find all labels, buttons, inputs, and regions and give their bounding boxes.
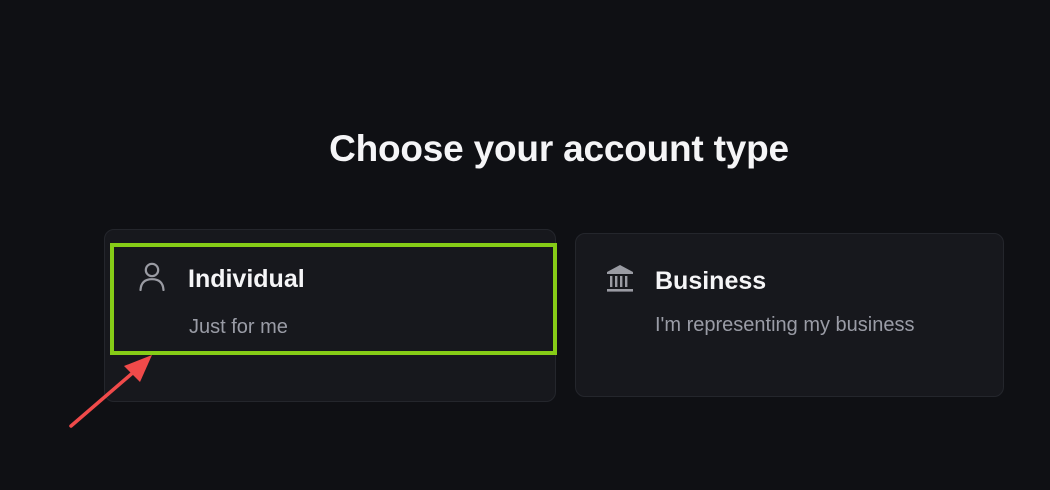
person-icon: [138, 261, 166, 292]
individual-title: Individual: [188, 265, 305, 293]
page-title: Choose your account type: [329, 128, 789, 169]
bank-icon: [605, 263, 635, 293]
business-title: Business: [655, 267, 767, 295]
account-type-individual-card[interactable]: [104, 229, 556, 402]
individual-subtitle: Just for me: [189, 316, 288, 338]
business-subtitle: I'm representing my business: [655, 314, 915, 336]
